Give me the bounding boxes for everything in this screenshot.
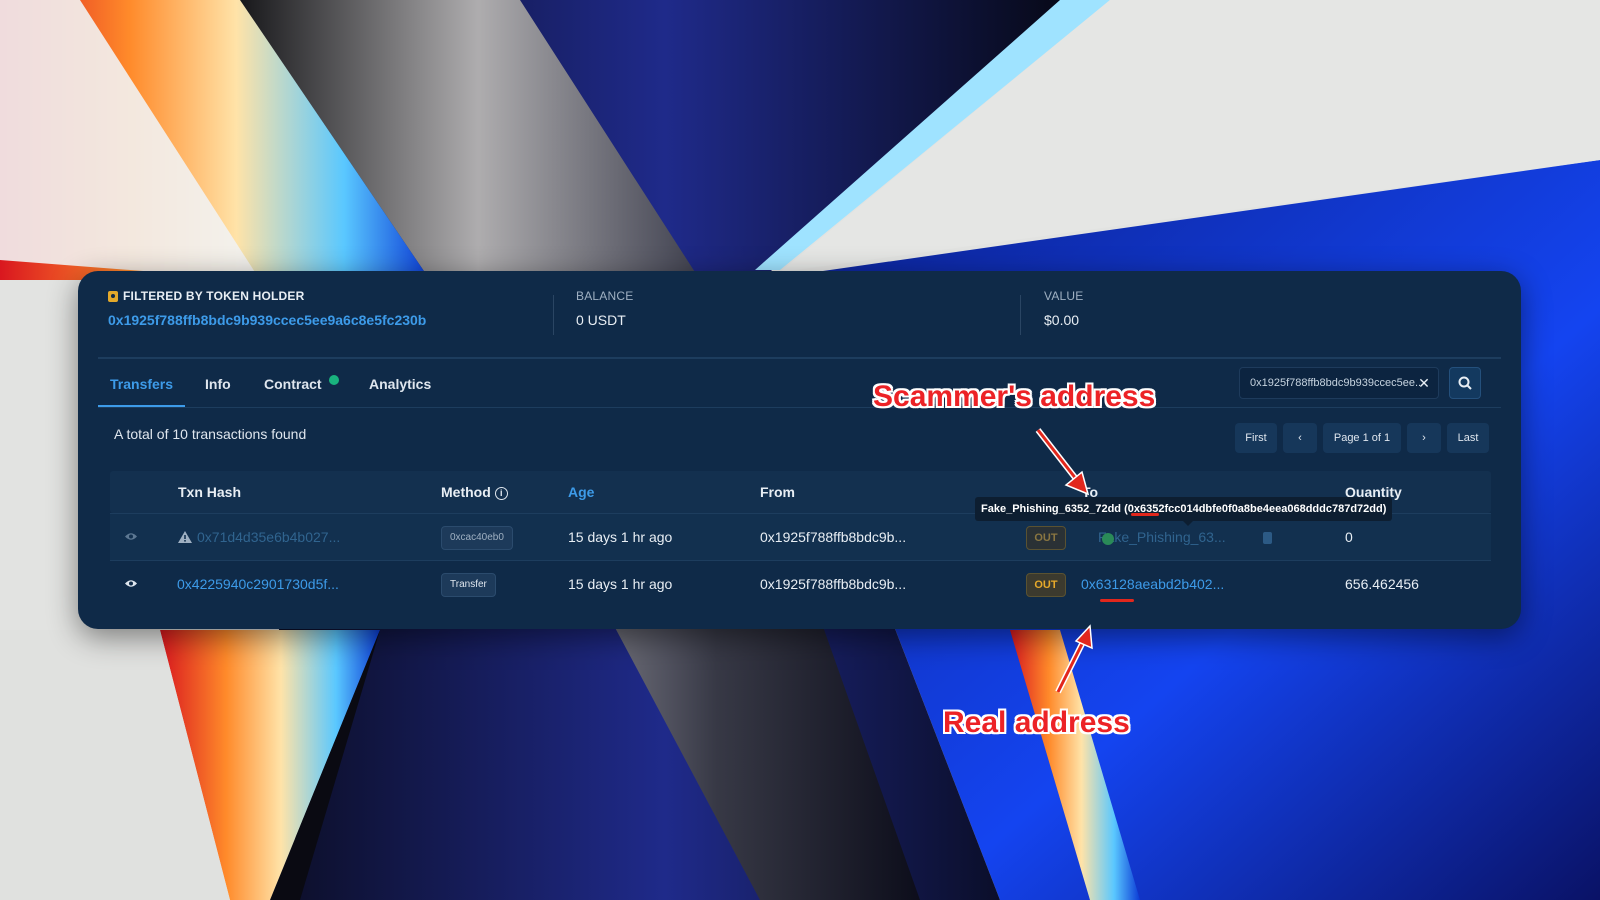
arrow-icon	[1055, 624, 1093, 694]
real-address-annotation: Real address	[943, 706, 1130, 739]
arrow-icon	[1035, 428, 1090, 496]
annotation-arrows	[1035, 428, 1093, 694]
scammer-address-annotation: Scammer's address	[873, 380, 1156, 413]
